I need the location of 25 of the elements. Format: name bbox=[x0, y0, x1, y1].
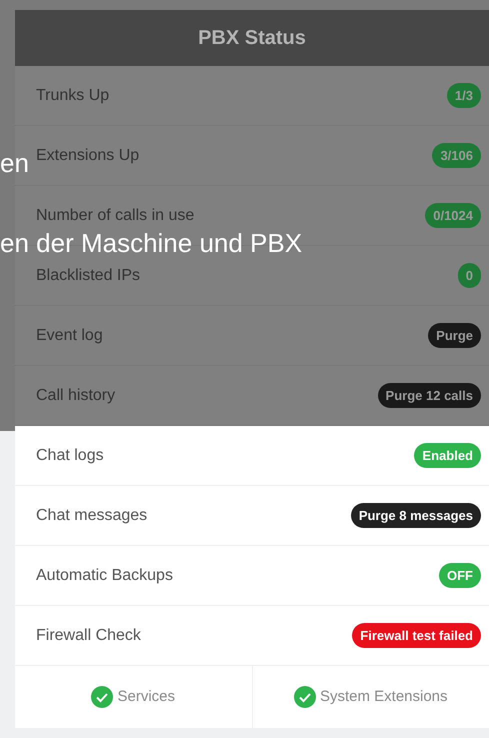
status-label: Chat messages bbox=[36, 506, 148, 526]
status-badge: 1/3 bbox=[446, 82, 481, 108]
status-label: Trunks Up bbox=[36, 86, 110, 106]
status-badge: 0/1024 bbox=[425, 202, 481, 228]
status-label: Number of calls in use bbox=[36, 206, 194, 226]
status-badge: Purge 8 messages bbox=[350, 502, 481, 528]
status-label: Firewall Check bbox=[36, 626, 141, 646]
status-label: Chat logs bbox=[36, 446, 104, 466]
status-label: Event log bbox=[36, 326, 103, 346]
status-badge: Purge bbox=[428, 322, 481, 348]
status-label: Automatic Backups bbox=[36, 566, 173, 586]
status-badge: Enabled bbox=[414, 442, 481, 468]
status-badge: 0 bbox=[458, 262, 481, 288]
status-label: Blacklisted IPs bbox=[36, 266, 140, 286]
status-badge: OFF bbox=[439, 562, 481, 588]
panel-title: PBX Status bbox=[198, 26, 306, 51]
service-label: Services bbox=[117, 686, 176, 707]
status-badge: 3/106 bbox=[432, 142, 481, 168]
service-label: System Extensions bbox=[320, 686, 448, 707]
status-badge: Firewall test failed bbox=[352, 622, 481, 648]
overlay-caption: en bbox=[0, 150, 29, 176]
status-label: Call history bbox=[36, 386, 116, 406]
status-badge: Purge 12 calls bbox=[378, 382, 481, 408]
overlay-caption: en der Maschine und PBX bbox=[0, 230, 302, 256]
status-label: Extensions Up bbox=[36, 146, 140, 166]
